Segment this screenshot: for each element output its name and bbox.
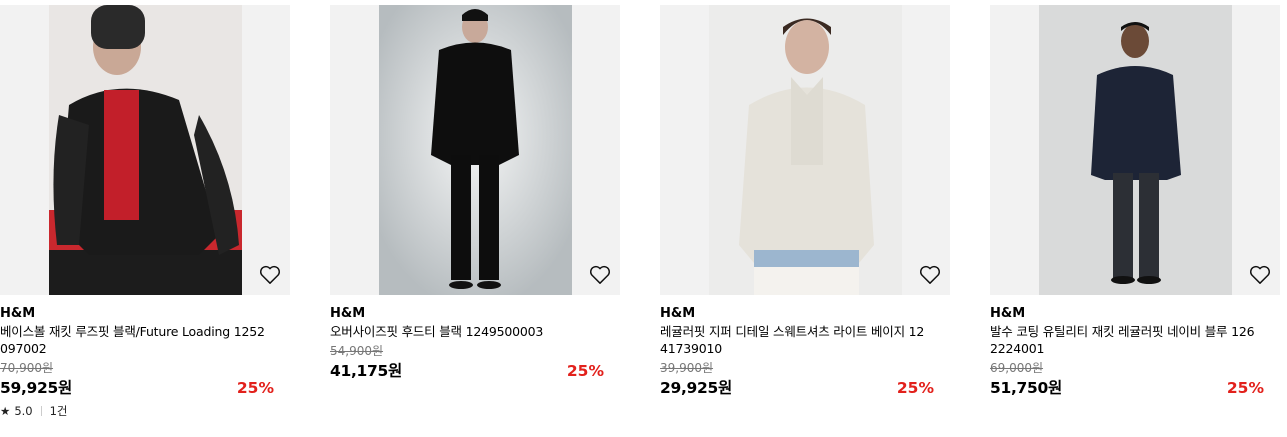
heart-outline-icon[interactable] — [589, 265, 611, 285]
brand-name[interactable]: H&M — [330, 306, 620, 322]
discount-rate: 25% — [566, 362, 604, 380]
product-card[interactable]: H&M 발수 코팅 유틸리티 재킷 레귤러핏 네이비 블루 1262224001… — [990, 5, 1280, 399]
product-name[interactable]: 베이스볼 재킷 루즈핏 블랙/Future Loading 1252097002 — [0, 323, 270, 357]
heart-outline-icon[interactable] — [919, 265, 941, 285]
heart-outline-icon[interactable] — [259, 265, 281, 285]
original-price: 39,900원 — [660, 361, 714, 375]
product-name[interactable]: 발수 코팅 유틸리티 재킷 레귤러핏 네이비 블루 1262224001 — [990, 323, 1260, 357]
heart-outline-icon[interactable] — [1249, 265, 1271, 285]
product-photo[interactable] — [379, 5, 572, 295]
brand-name[interactable]: H&M — [0, 306, 290, 322]
star-icon: ★ — [0, 404, 11, 418]
product-name[interactable]: 오버사이즈핏 후드티 블랙 1249500003 — [330, 323, 600, 340]
product-card[interactable]: H&M 레귤러핏 지퍼 디테일 스웨트셔츠 라이트 베이지 1241739010… — [660, 5, 950, 399]
sale-price: 51,750원 — [990, 379, 1062, 397]
original-price: 70,900원 — [0, 361, 54, 375]
discount-rate: 25% — [1226, 379, 1264, 397]
discount-rate: 25% — [236, 379, 274, 397]
rating-value: 5.0 — [14, 404, 33, 418]
review-count: 1건 — [49, 404, 68, 418]
rating-summary: ★ 5.0 1건 — [0, 403, 290, 419]
divider — [40, 406, 42, 416]
brand-name[interactable]: H&M — [990, 306, 1280, 322]
product-card[interactable]: H&M 베이스볼 재킷 루즈핏 블랙/Future Loading 125209… — [0, 5, 290, 419]
sale-price: 59,925원 — [0, 379, 72, 397]
product-photo[interactable] — [49, 5, 242, 295]
sale-price: 41,175원 — [330, 362, 402, 380]
product-photo[interactable] — [709, 5, 902, 295]
product-card[interactable]: H&M 오버사이즈핏 후드티 블랙 1249500003 54,900원 41,… — [330, 5, 620, 382]
product-name[interactable]: 레귤러핏 지퍼 디테일 스웨트셔츠 라이트 베이지 1241739010 — [660, 323, 930, 357]
product-image-area[interactable] — [330, 5, 620, 295]
product-image-area[interactable] — [0, 5, 290, 295]
product-image-area[interactable] — [660, 5, 950, 295]
product-photo[interactable] — [1039, 5, 1232, 295]
product-image-area[interactable] — [990, 5, 1280, 295]
sale-price: 29,925원 — [660, 379, 732, 397]
discount-rate: 25% — [896, 379, 934, 397]
original-price: 54,900원 — [330, 344, 384, 358]
original-price: 69,000원 — [990, 361, 1044, 375]
brand-name[interactable]: H&M — [660, 306, 950, 322]
